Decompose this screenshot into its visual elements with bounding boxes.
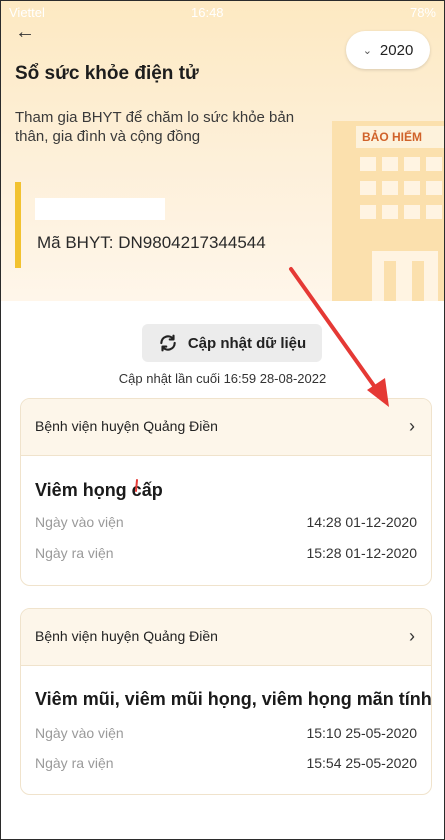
last-update-text: Cập nhật lần cuối 16:59 28-08-2022 <box>118 371 327 386</box>
arrow-left-icon[interactable]: ← <box>15 21 35 44</box>
battery-label: 78% <box>409 5 436 20</box>
update-button-label: Cập nhật dữ liệu <box>187 334 307 352</box>
admit-value: 14:28 01-12-2020 <box>306 514 417 530</box>
hospital-name: Bệnh viện huyện Quảng Điền <box>35 418 218 434</box>
discharge-label: Ngày ra viện <box>35 545 114 561</box>
admit-label: Ngày vào viện <box>35 725 124 741</box>
hospital-name: Bệnh viện huyện Quảng Điền <box>35 628 218 644</box>
status-bar: Viettel 16:48 78% <box>9 5 436 21</box>
bhyt-code: Mã BHYT: DN9804217344544 <box>37 233 266 252</box>
redacted-name <box>35 198 165 220</box>
clock: 16:48 <box>191 5 224 20</box>
page-title: Sổ sức khỏe điện tử <box>15 63 199 84</box>
year-selector[interactable]: ⌄ 2020 <box>346 31 430 69</box>
insurance-card: Mã BHYT: DN9804217344544 <box>15 182 325 268</box>
refresh-icon <box>160 334 176 352</box>
discharge-value: 15:28 01-12-2020 <box>306 545 417 561</box>
admit-row: Ngày vào viện 15:10 25-05-2020 <box>35 725 417 745</box>
diagnosis: Viêm họng cấp <box>35 480 163 500</box>
admit-value: 15:10 25-05-2020 <box>306 725 417 741</box>
building-sign: BẢO HIỂM <box>362 129 422 144</box>
app-screen: Viettel 16:48 78% ← ⌄ 2020 Sổ sức khỏe đ… <box>0 0 445 840</box>
diagnosis: Viêm mũi, viêm mũi họng, viêm họng mãn t… <box>35 689 432 709</box>
update-data-button[interactable]: Cập nhật dữ liệu <box>142 324 322 362</box>
visit-card: Bệnh viện huyện Quảng Điền › Viêm mũi, v… <box>20 608 432 795</box>
carrier-label: Viettel <box>9 5 45 20</box>
admit-label: Ngày vào viện <box>35 514 124 530</box>
building-illustration: BẢO HIỂM <box>332 121 444 301</box>
chevron-right-icon: › <box>409 626 415 646</box>
page-subtitle: Tham gia BHYT để chăm lo sức khỏe bản th… <box>15 109 295 145</box>
visit-card-header[interactable]: Bệnh viện huyện Quảng Điền › <box>21 399 431 456</box>
chevron-down-icon: ⌄ <box>362 44 372 57</box>
year-value: 2020 <box>379 41 414 59</box>
discharge-row: Ngày ra viện 15:28 01-12-2020 <box>35 545 417 565</box>
visit-card-header[interactable]: Bệnh viện huyện Quảng Điền › <box>21 609 431 666</box>
discharge-row: Ngày ra viện 15:54 25-05-2020 <box>35 755 417 775</box>
hero-banner: Viettel 16:48 78% ← ⌄ 2020 Sổ sức khỏe đ… <box>1 1 444 301</box>
discharge-value: 15:54 25-05-2020 <box>306 755 417 771</box>
discharge-label: Ngày ra viện <box>35 755 114 771</box>
admit-row: Ngày vào viện 14:28 01-12-2020 <box>35 514 417 534</box>
chevron-right-icon: › <box>409 416 415 436</box>
visit-card: Bệnh viện huyện Quảng Điền › Viêm họng c… <box>20 398 432 586</box>
